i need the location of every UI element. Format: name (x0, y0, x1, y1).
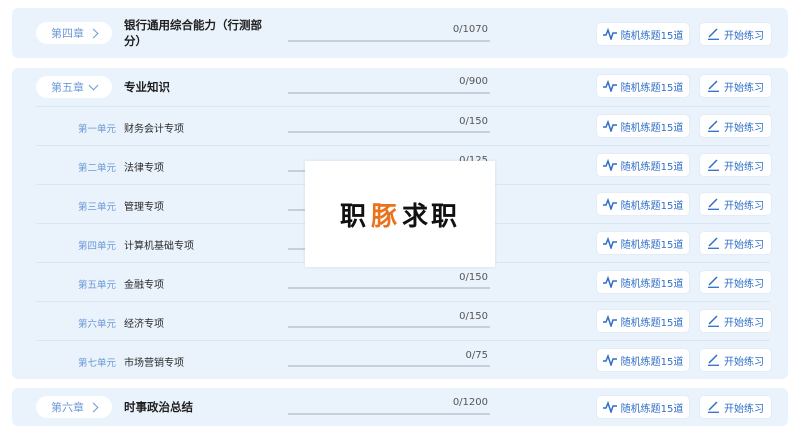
edit-icon (708, 315, 719, 327)
progress-count: 0/1070 (452, 24, 488, 35)
pulse-icon (602, 315, 617, 327)
edit-icon (708, 120, 719, 132)
pulse-icon (602, 354, 617, 366)
watermark-logo: 职豚求职 (305, 161, 495, 267)
unit-label: 第六单元 (78, 319, 117, 330)
progress-bar (288, 40, 490, 42)
progress-count: 0/900 (459, 76, 488, 87)
chapter-title: 专业知识 (124, 80, 170, 94)
chapter-card-6: 第六章 时事政治总结 0/1200 随机练题15道 开始练习 (12, 388, 788, 426)
pulse-icon (602, 80, 617, 92)
unit-title: 市场营销专项 (124, 358, 184, 369)
random-practice-button[interactable]: 随机练题15道 (597, 271, 689, 293)
chapter-card-4: 第四章 银行通用综合能力（行测部分） 0/1070 随机练题15道 开始练习 (12, 8, 788, 58)
random-practice-button[interactable]: 随机练题15道 (597, 154, 689, 176)
unit-title: 财务会计专项 (124, 124, 184, 135)
pulse-icon (602, 120, 617, 132)
unit-title: 管理专项 (124, 202, 164, 213)
pulse-icon (602, 198, 617, 210)
progress-bar (288, 326, 490, 328)
start-practice-button[interactable]: 开始练习 (700, 349, 771, 371)
unit-row: 第六单元 经济专项 0/150 随机练题15道 开始练习 (12, 302, 788, 341)
random-practice-button[interactable]: 随机练题15道 (597, 23, 689, 45)
edit-icon (708, 354, 719, 366)
edit-icon (708, 401, 719, 413)
chapter-title: 时事政治总结 (124, 400, 193, 414)
random-practice-button[interactable]: 随机练题15道 (597, 115, 689, 137)
unit-label: 第二单元 (78, 163, 117, 174)
chapter-row: 第五章 专业知识 0/900 随机练题15道 开始练习 (12, 68, 788, 107)
unit-label: 第四单元 (78, 241, 117, 252)
unit-title: 经济专项 (124, 319, 164, 330)
pulse-icon (602, 237, 617, 249)
random-practice-button[interactable]: 随机练题15道 (597, 310, 689, 332)
progress-bar (288, 287, 490, 289)
chevron-down-icon (88, 80, 99, 90)
random-practice-button[interactable]: 随机练题15道 (597, 396, 689, 418)
start-practice-button[interactable]: 开始练习 (700, 396, 771, 418)
chapter-toggle-button[interactable]: 第六章 (36, 396, 112, 418)
chapter-label: 第五章 (51, 81, 84, 94)
unit-label: 第三单元 (78, 202, 117, 213)
edit-icon (708, 276, 719, 288)
progress-bar (288, 365, 490, 367)
chapter-label: 第四章 (51, 27, 84, 40)
start-practice-button[interactable]: 开始练习 (700, 115, 771, 137)
start-practice-button[interactable]: 开始练习 (700, 23, 771, 45)
start-practice-button[interactable]: 开始练习 (700, 75, 771, 97)
pulse-icon (602, 401, 617, 413)
unit-title: 金融专项 (124, 280, 164, 291)
edit-icon (708, 237, 719, 249)
unit-title: 法律专项 (124, 163, 164, 174)
edit-icon (708, 80, 719, 92)
start-practice-button[interactable]: 开始练习 (700, 154, 771, 176)
edit-icon (708, 159, 719, 171)
progress-count: 0/1200 (452, 397, 488, 408)
progress-count: 0/150 (459, 311, 488, 322)
start-practice-button[interactable]: 开始练习 (700, 193, 771, 215)
random-practice-button[interactable]: 随机练题15道 (597, 75, 689, 97)
pulse-icon (602, 276, 617, 288)
chevron-right-icon (88, 28, 99, 38)
edit-icon (708, 198, 719, 210)
unit-label: 第一单元 (78, 124, 117, 135)
pulse-icon (602, 159, 617, 171)
pulse-icon (602, 28, 617, 40)
progress-bar (288, 413, 490, 415)
unit-row: 第五单元 金融专项 0/150 随机练题15道 开始练习 (12, 263, 788, 302)
progress-bar (288, 92, 490, 94)
chapter-toggle-button[interactable]: 第四章 (36, 22, 112, 44)
practice-chapter-list: 第四章 银行通用综合能力（行测部分） 0/1070 随机练题15道 开始练习 第… (0, 0, 800, 429)
progress-count: 0/150 (459, 272, 488, 283)
progress-count: 0/75 (465, 350, 488, 361)
unit-label: 第五单元 (78, 280, 117, 291)
chapter-title: 银行通用综合能力（行测部分） (124, 18, 262, 48)
progress-bar (288, 131, 490, 133)
edit-icon (708, 28, 719, 40)
chapter-label: 第六章 (51, 401, 84, 414)
start-practice-button[interactable]: 开始练习 (700, 271, 771, 293)
random-practice-button[interactable]: 随机练题15道 (597, 232, 689, 254)
chevron-right-icon (88, 402, 99, 412)
random-practice-button[interactable]: 随机练题15道 (597, 349, 689, 371)
unit-title: 计算机基础专项 (124, 241, 194, 252)
progress-count: 0/150 (459, 116, 488, 127)
unit-row: 第七单元 市场营销专项 0/75 随机练题15道 开始练习 (12, 341, 788, 380)
unit-row: 第一单元 财务会计专项 0/150 随机练题15道 开始练习 (12, 107, 788, 146)
unit-label: 第七单元 (78, 358, 117, 369)
random-practice-button[interactable]: 随机练题15道 (597, 193, 689, 215)
start-practice-button[interactable]: 开始练习 (700, 232, 771, 254)
chapter-toggle-button[interactable]: 第五章 (36, 76, 112, 98)
start-practice-button[interactable]: 开始练习 (700, 310, 771, 332)
